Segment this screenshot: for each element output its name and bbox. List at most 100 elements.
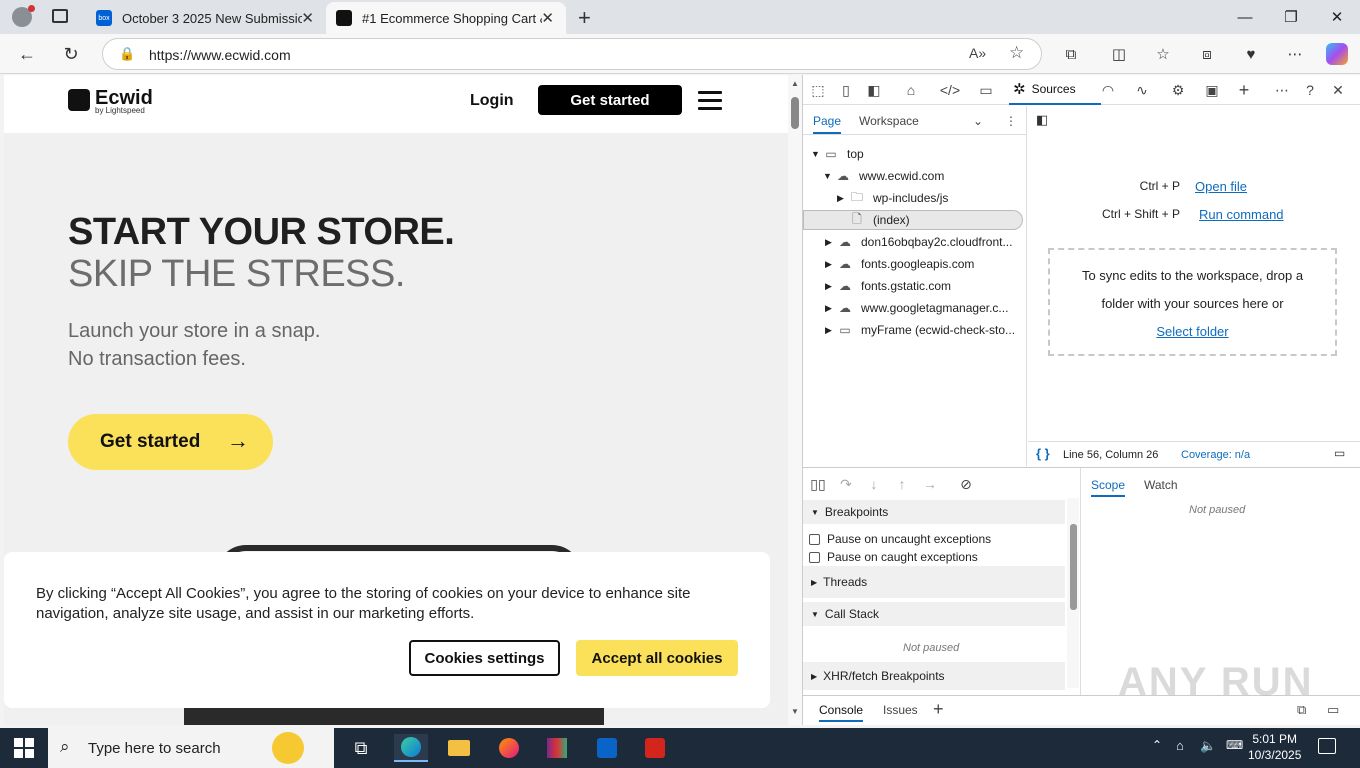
tab-ecwid[interactable]: #1 Ecommerce Shopping Cart & O ✕ — [326, 2, 566, 34]
tree-item-domain[interactable]: ▼ ☁ www.ecwid.com — [823, 166, 944, 186]
dock-icon[interactable]: ◧ — [863, 80, 885, 100]
tree-item-folder[interactable]: ▶ 🗀 wp-includes/js — [837, 188, 948, 208]
tab-watch[interactable]: Watch — [1144, 478, 1178, 492]
scroll-up-icon[interactable]: ▲ — [791, 79, 799, 88]
pause-uncaught-checkbox[interactable]: Pause on uncaught exceptions — [809, 532, 991, 546]
more-options-icon[interactable]: ⋮ — [1005, 114, 1017, 128]
help-icon[interactable]: ? — [1299, 80, 1321, 100]
tab-box-submission[interactable]: box October 3 2025 New Submission ✕ — [86, 2, 326, 34]
coverage-status[interactable]: Coverage: n/a — [1181, 449, 1250, 461]
run-command-link[interactable]: Run command — [1199, 207, 1284, 222]
scrollbar-thumb[interactable] — [1070, 524, 1077, 610]
acrobat-icon[interactable] — [638, 734, 672, 762]
show-hidden-icons[interactable]: ⌃ — [1152, 738, 1162, 752]
step-into-icon[interactable]: ↓ — [863, 474, 885, 494]
more-tools-icon[interactable]: ⋯ — [1271, 80, 1293, 100]
close-tab-icon[interactable]: ✕ — [301, 9, 314, 27]
favorites-icon[interactable]: ☆ — [1152, 43, 1174, 65]
chevron-down-icon[interactable]: ⌄ — [973, 114, 983, 128]
outlook-icon[interactable] — [590, 734, 624, 762]
network-tray-icon[interactable]: ⌂ — [1176, 738, 1184, 753]
drawer-toggle-icon[interactable]: ▭ — [1334, 446, 1345, 460]
tab-sources[interactable]: ✲ Sources — [1009, 75, 1101, 105]
windows-start-icon[interactable] — [14, 738, 34, 758]
login-link[interactable]: Login — [470, 92, 514, 110]
edge-browser-icon[interactable] — [394, 734, 428, 762]
winrar-icon[interactable] — [540, 734, 574, 762]
tab-actions-icon[interactable] — [52, 9, 68, 23]
taskbar-search-input[interactable]: ⌕ Type here to search — [48, 728, 334, 768]
lock-icon[interactable]: 🔒 — [119, 46, 135, 62]
extensions-icon[interactable]: ⧉ — [1060, 43, 1082, 65]
minimize-icon[interactable]: — — [1222, 0, 1268, 34]
collections-icon[interactable]: ⧈ — [1196, 43, 1218, 65]
workspace-drop-zone[interactable]: To sync edits to the workspace, drop a f… — [1048, 248, 1337, 356]
back-icon[interactable]: ← — [12, 40, 42, 68]
step-icon[interactable]: → — [919, 474, 941, 494]
deactivate-breakpoints-icon[interactable]: ⊘ — [955, 474, 977, 494]
inspect-icon[interactable]: ⬚ — [807, 80, 829, 100]
drawer-tab-console[interactable]: Console — [819, 703, 864, 722]
close-tab-icon[interactable]: ✕ — [541, 9, 554, 27]
tree-item-domain[interactable]: ▶ ☁ www.googletagmanager.c... — [825, 298, 1008, 318]
file-explorer-icon[interactable] — [442, 734, 476, 762]
tree-item-top[interactable]: ▼ ▭ top — [811, 144, 864, 164]
read-aloud-icon[interactable]: A» — [969, 45, 986, 61]
copilot-icon[interactable] — [1326, 43, 1348, 65]
add-tool-icon[interactable]: + — [1233, 80, 1255, 100]
step-out-icon[interactable]: ↑ — [891, 474, 913, 494]
notifications-icon[interactable] — [1318, 738, 1336, 754]
close-drawer-icon[interactable]: ▭ — [1327, 702, 1339, 718]
tree-item-domain[interactable]: ▶ ☁ don16obqbay2c.cloudfront... — [825, 232, 1012, 252]
header-get-started-button[interactable]: Get started — [538, 85, 682, 115]
performance-tool-icon[interactable]: ∿ — [1131, 80, 1153, 100]
subtab-workspace[interactable]: Workspace — [859, 114, 919, 128]
section-call-stack[interactable]: ▼ Call Stack — [803, 602, 1065, 626]
new-tab-icon[interactable]: + — [578, 5, 591, 31]
cookies-settings-button[interactable]: Cookies settings — [409, 640, 560, 676]
scrollbar-thumb[interactable] — [791, 97, 799, 129]
volume-icon[interactable]: 🔈 — [1200, 738, 1216, 754]
debugger-scrollbar[interactable] — [1067, 498, 1079, 688]
ecwid-cart-icon[interactable] — [68, 89, 90, 111]
elements-icon[interactable]: </> — [939, 80, 961, 100]
reload-icon[interactable]: ↻ — [56, 40, 86, 68]
network-icon[interactable]: ◠ — [1097, 80, 1119, 100]
section-threads[interactable]: ▶ Threads — [803, 566, 1065, 598]
open-file-link[interactable]: Open file — [1195, 179, 1247, 194]
tree-item-domain[interactable]: ▶ ☁ fonts.googleapis.com — [825, 254, 974, 274]
pause-caught-checkbox[interactable]: Pause on caught exceptions — [809, 550, 978, 564]
drawer-tab-issues[interactable]: Issues — [883, 703, 918, 717]
tab-scope[interactable]: Scope — [1091, 478, 1126, 497]
console-icon[interactable]: ▭ — [975, 80, 997, 100]
step-over-icon[interactable]: ↷ — [835, 474, 857, 494]
subtab-page[interactable]: Page — [813, 114, 842, 134]
application-icon[interactable]: ▣ — [1201, 80, 1223, 100]
language-icon[interactable]: ⌨ — [1226, 738, 1243, 752]
select-folder-link[interactable]: Select folder — [1050, 318, 1335, 346]
performance-icon[interactable]: ♥ — [1240, 43, 1262, 65]
favorite-star-icon[interactable]: ☆ — [1009, 43, 1024, 63]
pause-icon[interactable]: ▯▯ — [807, 474, 829, 494]
url-input[interactable]: 🔒 https://www.ecwid.com A» ☆ — [102, 38, 1042, 70]
toggle-navigator-icon[interactable]: ◧ — [1036, 112, 1048, 128]
scroll-down-icon[interactable]: ▼ — [791, 707, 799, 716]
firefox-icon[interactable] — [492, 734, 526, 762]
task-view-icon[interactable]: ⧉ — [344, 734, 378, 762]
tree-item-index[interactable]: 🗋 (index) — [849, 210, 910, 230]
split-screen-icon[interactable]: ◫ — [1108, 43, 1130, 65]
tree-item-frame[interactable]: ▶ ▭ myFrame (ecwid-check-sto... — [825, 320, 1015, 340]
more-icon[interactable]: ⋯ — [1284, 43, 1306, 65]
close-window-icon[interactable]: ✕ — [1314, 0, 1360, 34]
section-breakpoints[interactable]: ▼ Breakpoints — [803, 500, 1065, 524]
accept-all-cookies-button[interactable]: Accept all cookies — [576, 640, 738, 676]
device-toolbar-icon[interactable]: ▯ — [835, 80, 857, 100]
menu-hamburger-icon[interactable] — [698, 91, 722, 110]
system-clock[interactable]: 5:01 PM 10/3/2025 — [1248, 731, 1301, 763]
pretty-print-icon[interactable]: { } — [1036, 446, 1050, 461]
section-xhr-breakpoints[interactable]: ▶ XHR/fetch Breakpoints — [803, 662, 1065, 690]
page-scrollbar[interactable]: ▲ ▼ — [788, 75, 802, 725]
close-devtools-icon[interactable]: ✕ — [1327, 80, 1349, 100]
restore-icon[interactable]: ❐ — [1268, 0, 1314, 34]
tree-item-domain[interactable]: ▶ ☁ fonts.gstatic.com — [825, 276, 951, 296]
